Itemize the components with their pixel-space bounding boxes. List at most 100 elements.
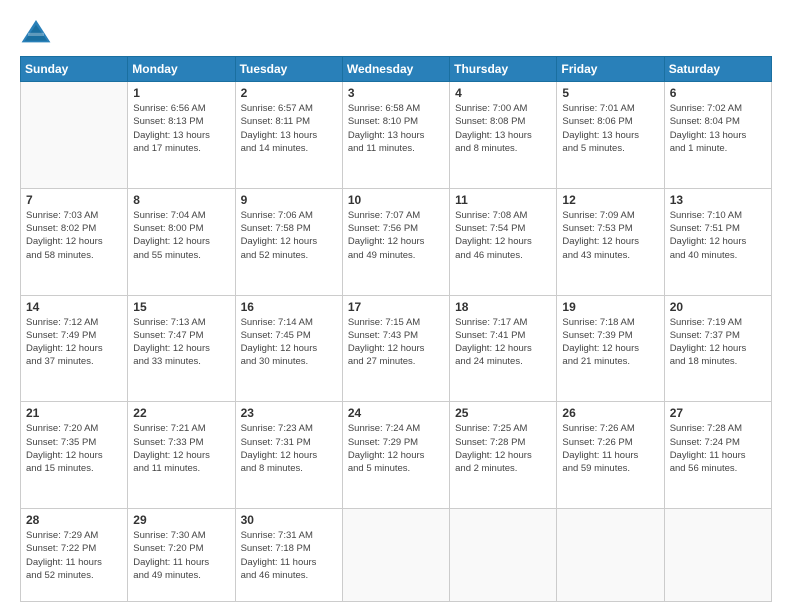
- calendar-cell: 7 Sunrise: 7:03 AM Sunset: 8:02 PM Daylig…: [21, 188, 128, 295]
- day-number: 3: [348, 86, 444, 100]
- day-info: Sunrise: 7:18 AM Sunset: 7:39 PM Dayligh…: [562, 316, 658, 369]
- calendar-cell: 22 Sunrise: 7:21 AM Sunset: 7:33 PM Dayli…: [128, 402, 235, 509]
- day-info: Sunrise: 7:26 AM Sunset: 7:26 PM Dayligh…: [562, 422, 658, 475]
- calendar-cell: 23 Sunrise: 7:23 AM Sunset: 7:31 PM Dayli…: [235, 402, 342, 509]
- day-number: 21: [26, 406, 122, 420]
- day-info: Sunrise: 7:09 AM Sunset: 7:53 PM Dayligh…: [562, 209, 658, 262]
- calendar-cell: 17 Sunrise: 7:15 AM Sunset: 7:43 PM Dayli…: [342, 295, 449, 402]
- day-number: 6: [670, 86, 766, 100]
- calendar-cell: 16 Sunrise: 7:14 AM Sunset: 7:45 PM Dayli…: [235, 295, 342, 402]
- calendar-header-saturday: Saturday: [664, 57, 771, 82]
- day-number: 16: [241, 300, 337, 314]
- day-info: Sunrise: 7:06 AM Sunset: 7:58 PM Dayligh…: [241, 209, 337, 262]
- day-info: Sunrise: 7:15 AM Sunset: 7:43 PM Dayligh…: [348, 316, 444, 369]
- day-info: Sunrise: 7:01 AM Sunset: 8:06 PM Dayligh…: [562, 102, 658, 155]
- calendar-cell: 11 Sunrise: 7:08 AM Sunset: 7:54 PM Dayli…: [450, 188, 557, 295]
- day-info: Sunrise: 7:23 AM Sunset: 7:31 PM Dayligh…: [241, 422, 337, 475]
- day-number: 2: [241, 86, 337, 100]
- calendar-header-sunday: Sunday: [21, 57, 128, 82]
- day-info: Sunrise: 7:28 AM Sunset: 7:24 PM Dayligh…: [670, 422, 766, 475]
- week-row-1: 1Sunrise: 6:56 AM Sunset: 8:13 PM Daylig…: [21, 82, 772, 189]
- calendar-cell: 6 Sunrise: 7:02 AM Sunset: 8:04 PM Daylig…: [664, 82, 771, 189]
- calendar-cell: [342, 509, 449, 602]
- week-row-3: 14 Sunrise: 7:12 AM Sunset: 7:49 PM Dayli…: [21, 295, 772, 402]
- day-info: Sunrise: 7:21 AM Sunset: 7:33 PM Dayligh…: [133, 422, 229, 475]
- day-info: Sunrise: 7:00 AM Sunset: 8:08 PM Dayligh…: [455, 102, 551, 155]
- day-info: Sunrise: 7:14 AM Sunset: 7:45 PM Dayligh…: [241, 316, 337, 369]
- day-number: 4: [455, 86, 551, 100]
- calendar-cell: [21, 82, 128, 189]
- calendar-cell: 25 Sunrise: 7:25 AM Sunset: 7:28 PM Dayli…: [450, 402, 557, 509]
- day-info: Sunrise: 7:30 AM Sunset: 7:20 PM Dayligh…: [133, 529, 229, 582]
- calendar-cell: 29 Sunrise: 7:30 AM Sunset: 7:20 PM Dayli…: [128, 509, 235, 602]
- day-info: Sunrise: 7:24 AM Sunset: 7:29 PM Dayligh…: [348, 422, 444, 475]
- day-number: 30: [241, 513, 337, 527]
- day-info: Sunrise: 7:12 AM Sunset: 7:49 PM Dayligh…: [26, 316, 122, 369]
- calendar-cell: 8Sunrise: 7:04 AM Sunset: 8:00 PM Daylig…: [128, 188, 235, 295]
- day-number: 20: [670, 300, 766, 314]
- day-info: Sunrise: 7:20 AM Sunset: 7:35 PM Dayligh…: [26, 422, 122, 475]
- calendar-cell: 24 Sunrise: 7:24 AM Sunset: 7:29 PM Dayli…: [342, 402, 449, 509]
- calendar-cell: 1Sunrise: 6:56 AM Sunset: 8:13 PM Daylig…: [128, 82, 235, 189]
- calendar-cell: 21 Sunrise: 7:20 AM Sunset: 7:35 PM Dayli…: [21, 402, 128, 509]
- day-number: 27: [670, 406, 766, 420]
- day-number: 19: [562, 300, 658, 314]
- day-number: 29: [133, 513, 229, 527]
- day-number: 7: [26, 193, 122, 207]
- day-info: Sunrise: 7:08 AM Sunset: 7:54 PM Dayligh…: [455, 209, 551, 262]
- calendar-cell: 19 Sunrise: 7:18 AM Sunset: 7:39 PM Dayli…: [557, 295, 664, 402]
- day-number: 12: [562, 193, 658, 207]
- calendar-header-friday: Friday: [557, 57, 664, 82]
- calendar-header-wednesday: Wednesday: [342, 57, 449, 82]
- calendar-cell: 15 Sunrise: 7:13 AM Sunset: 7:47 PM Dayli…: [128, 295, 235, 402]
- day-number: 10: [348, 193, 444, 207]
- day-number: 15: [133, 300, 229, 314]
- day-info: Sunrise: 7:25 AM Sunset: 7:28 PM Dayligh…: [455, 422, 551, 475]
- logo-icon: [20, 18, 52, 46]
- calendar-cell: 3 Sunrise: 6:58 AM Sunset: 8:10 PM Daylig…: [342, 82, 449, 189]
- calendar-header-tuesday: Tuesday: [235, 57, 342, 82]
- calendar-cell: 27 Sunrise: 7:28 AM Sunset: 7:24 PM Dayli…: [664, 402, 771, 509]
- day-number: 1: [133, 86, 229, 100]
- header: [20, 18, 772, 46]
- calendar-cell: 9 Sunrise: 7:06 AM Sunset: 7:58 PM Daylig…: [235, 188, 342, 295]
- calendar-cell: [450, 509, 557, 602]
- week-row-2: 7 Sunrise: 7:03 AM Sunset: 8:02 PM Daylig…: [21, 188, 772, 295]
- day-number: 11: [455, 193, 551, 207]
- calendar-header-thursday: Thursday: [450, 57, 557, 82]
- calendar-cell: 30Sunrise: 7:31 AM Sunset: 7:18 PM Dayli…: [235, 509, 342, 602]
- day-info: Sunrise: 7:10 AM Sunset: 7:51 PM Dayligh…: [670, 209, 766, 262]
- calendar-cell: 12 Sunrise: 7:09 AM Sunset: 7:53 PM Dayli…: [557, 188, 664, 295]
- day-info: Sunrise: 7:17 AM Sunset: 7:41 PM Dayligh…: [455, 316, 551, 369]
- day-info: Sunrise: 7:13 AM Sunset: 7:47 PM Dayligh…: [133, 316, 229, 369]
- day-number: 9: [241, 193, 337, 207]
- logo: [20, 18, 56, 46]
- calendar-cell: 10 Sunrise: 7:07 AM Sunset: 7:56 PM Dayli…: [342, 188, 449, 295]
- calendar-cell: 5Sunrise: 7:01 AM Sunset: 8:06 PM Daylig…: [557, 82, 664, 189]
- day-info: Sunrise: 7:07 AM Sunset: 7:56 PM Dayligh…: [348, 209, 444, 262]
- day-info: Sunrise: 7:03 AM Sunset: 8:02 PM Dayligh…: [26, 209, 122, 262]
- day-number: 18: [455, 300, 551, 314]
- day-info: Sunrise: 7:02 AM Sunset: 8:04 PM Dayligh…: [670, 102, 766, 155]
- day-number: 24: [348, 406, 444, 420]
- day-info: Sunrise: 6:58 AM Sunset: 8:10 PM Dayligh…: [348, 102, 444, 155]
- day-info: Sunrise: 7:19 AM Sunset: 7:37 PM Dayligh…: [670, 316, 766, 369]
- day-info: Sunrise: 6:57 AM Sunset: 8:11 PM Dayligh…: [241, 102, 337, 155]
- day-number: 8: [133, 193, 229, 207]
- page: SundayMondayTuesdayWednesdayThursdayFrid…: [0, 0, 792, 612]
- calendar-cell: 28Sunrise: 7:29 AM Sunset: 7:22 PM Dayli…: [21, 509, 128, 602]
- day-number: 28: [26, 513, 122, 527]
- day-number: 22: [133, 406, 229, 420]
- day-number: 14: [26, 300, 122, 314]
- day-number: 23: [241, 406, 337, 420]
- calendar-cell: [557, 509, 664, 602]
- day-number: 26: [562, 406, 658, 420]
- calendar-cell: [664, 509, 771, 602]
- calendar-table: SundayMondayTuesdayWednesdayThursdayFrid…: [20, 56, 772, 602]
- day-number: 25: [455, 406, 551, 420]
- week-row-4: 21 Sunrise: 7:20 AM Sunset: 7:35 PM Dayli…: [21, 402, 772, 509]
- calendar-cell: 14 Sunrise: 7:12 AM Sunset: 7:49 PM Dayli…: [21, 295, 128, 402]
- calendar-cell: 26 Sunrise: 7:26 AM Sunset: 7:26 PM Dayli…: [557, 402, 664, 509]
- calendar-cell: 13Sunrise: 7:10 AM Sunset: 7:51 PM Dayli…: [664, 188, 771, 295]
- day-number: 17: [348, 300, 444, 314]
